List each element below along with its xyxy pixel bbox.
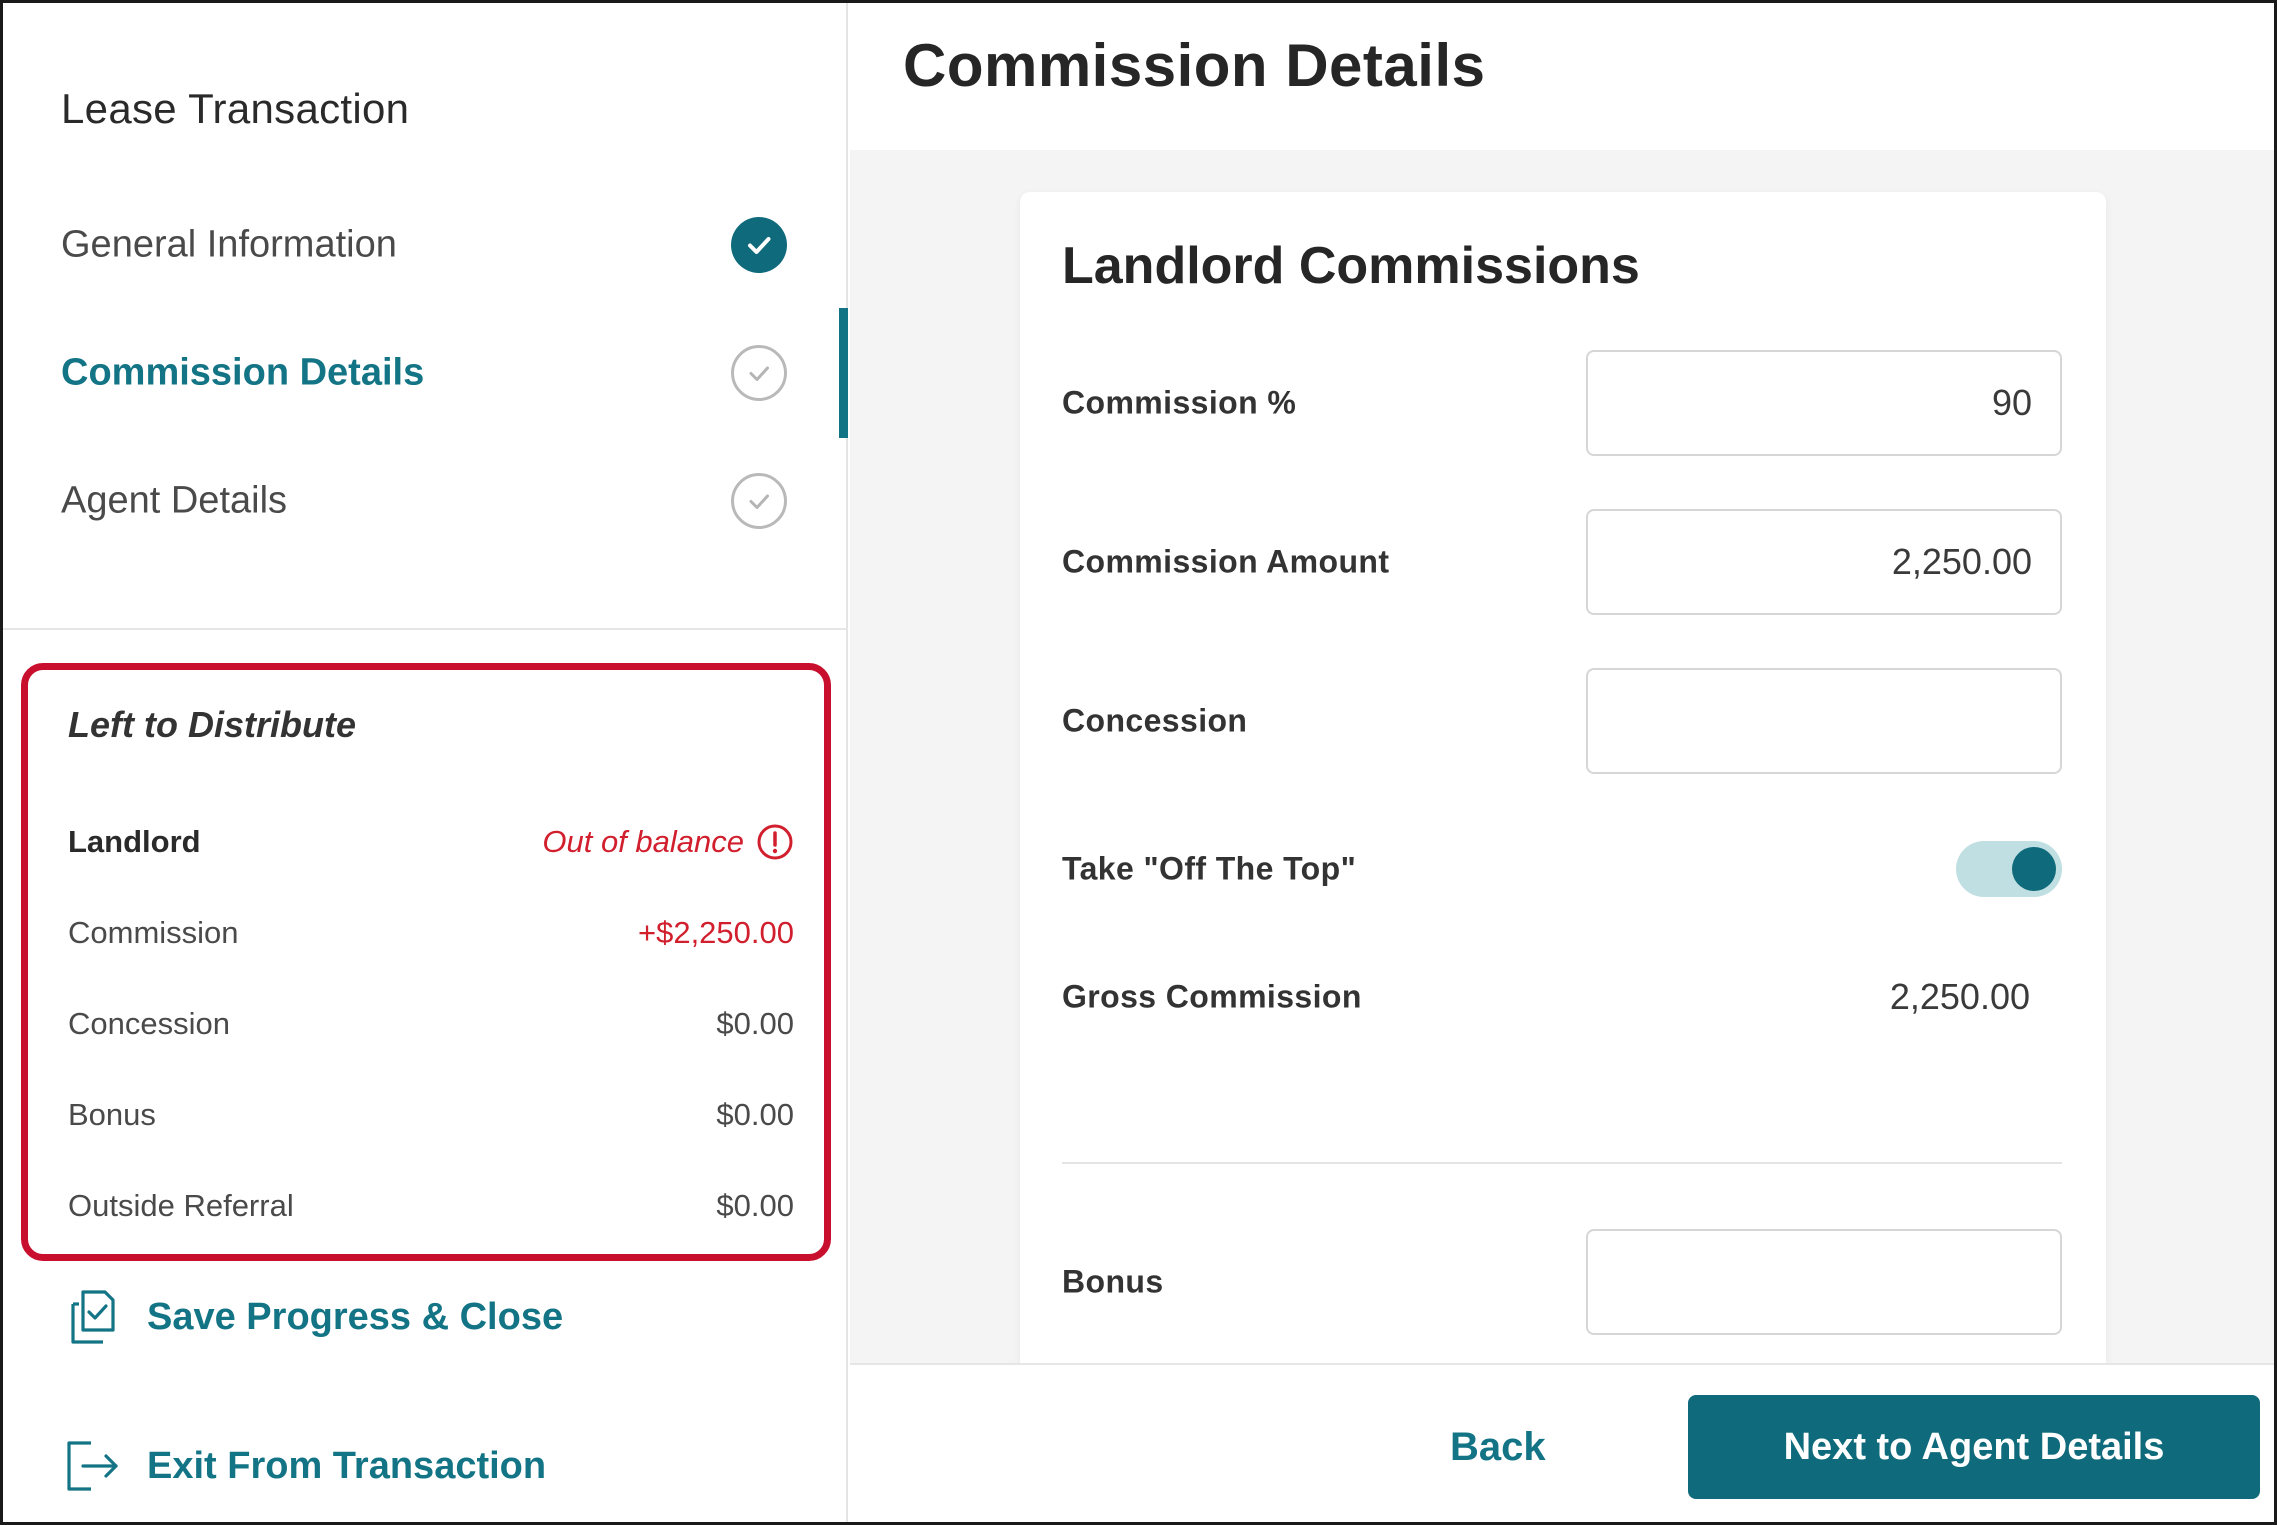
check-outline-icon	[731, 345, 787, 401]
commission-amount-label: Commission Amount	[1062, 543, 1390, 580]
row-label: Bonus	[68, 1097, 156, 1132]
check-filled-icon	[731, 217, 787, 273]
page-title: Commission Details	[903, 32, 1486, 99]
footer-actions: Back Next to Agent Details	[850, 1363, 2274, 1522]
landlord-commissions-card: Landlord Commissions Commission % Commis…	[1020, 192, 2106, 1397]
save-document-icon	[71, 1290, 115, 1344]
card-divider	[1062, 1162, 2062, 1164]
gross-commission-row: Gross Commission 2,250.00	[1062, 944, 2062, 1050]
gross-commission-value: 2,250.00	[1889, 976, 2030, 1017]
bonus-input[interactable]	[1586, 1229, 2062, 1335]
row-label: Commission	[68, 915, 239, 950]
row-value: $0.00	[716, 1006, 794, 1041]
alert-circle-icon	[757, 824, 793, 860]
exit-icon	[67, 1441, 118, 1491]
sidebar: Lease Transaction General Information Co…	[3, 3, 848, 1522]
bonus-label: Bonus	[1062, 1263, 1164, 1300]
sidebar-divider	[3, 628, 848, 630]
exit-transaction-label: Exit From Transaction	[147, 1444, 547, 1487]
step-commission-details[interactable]: Commission Details	[3, 323, 848, 423]
toggle-knob	[2012, 847, 2056, 891]
step-label: Commission Details	[61, 351, 425, 394]
step-label: Agent Details	[61, 479, 288, 522]
concession-label: Concession	[1062, 702, 1248, 739]
card-title: Landlord Commissions	[1062, 237, 1640, 295]
back-button[interactable]: Back	[1450, 1425, 1546, 1470]
concession-input[interactable]	[1586, 668, 2062, 774]
exit-transaction-button[interactable]: Exit From Transaction	[61, 1435, 546, 1497]
next-to-agent-details-button[interactable]: Next to Agent Details	[1688, 1395, 2260, 1499]
sidebar-title: Lease Transaction	[61, 85, 410, 132]
commission-amount-row: Commission Amount	[1062, 509, 2062, 615]
main-content: Landlord Commissions Commission % Commis…	[850, 150, 2274, 1397]
row-value: $0.00	[716, 1188, 794, 1223]
distribute-row-outside-referral: Outside Referral $0.00	[68, 1181, 794, 1231]
commission-amount-input[interactable]	[1586, 509, 2062, 615]
landlord-label: Landlord	[68, 824, 201, 859]
gross-commission-label: Gross Commission	[1062, 978, 1362, 1015]
row-value: $0.00	[716, 1097, 794, 1132]
check-outline-icon	[731, 473, 787, 529]
app-window: Lease Transaction General Information Co…	[0, 0, 2277, 1525]
save-progress-button[interactable]: Save Progress & Close	[61, 1286, 563, 1348]
active-step-indicator	[839, 308, 848, 438]
distribute-row-bonus: Bonus $0.00	[68, 1090, 794, 1140]
row-label: Outside Referral	[68, 1188, 294, 1223]
distribute-row-concession: Concession $0.00	[68, 999, 794, 1049]
left-to-distribute-panel: Left to Distribute Landlord Out of balan…	[21, 663, 831, 1261]
commission-pct-label: Commission %	[1062, 384, 1297, 421]
step-general-information[interactable]: General Information	[3, 195, 848, 295]
balance-status: Out of balance	[542, 823, 794, 861]
concession-row: Concession	[1062, 668, 2062, 774]
row-label: Concession	[68, 1006, 230, 1041]
off-the-top-label: Take "Off The Top"	[1062, 850, 1357, 887]
distribute-row-commission: Commission +$2,250.00	[68, 908, 794, 958]
commission-pct-row: Commission %	[1062, 350, 2062, 456]
balance-status-text: Out of balance	[542, 824, 744, 859]
step-label: General Information	[61, 223, 397, 266]
off-the-top-row: Take "Off The Top"	[1062, 816, 2062, 922]
landlord-row: Landlord Out of balance	[68, 817, 794, 867]
step-agent-details[interactable]: Agent Details	[3, 451, 848, 551]
row-value: +$2,250.00	[637, 915, 794, 950]
bonus-row: Bonus	[1062, 1229, 2062, 1335]
commission-pct-input[interactable]	[1586, 350, 2062, 456]
save-progress-label: Save Progress & Close	[147, 1295, 564, 1338]
distribute-title: Left to Distribute	[68, 704, 356, 745]
off-the-top-toggle[interactable]	[1956, 841, 2062, 897]
